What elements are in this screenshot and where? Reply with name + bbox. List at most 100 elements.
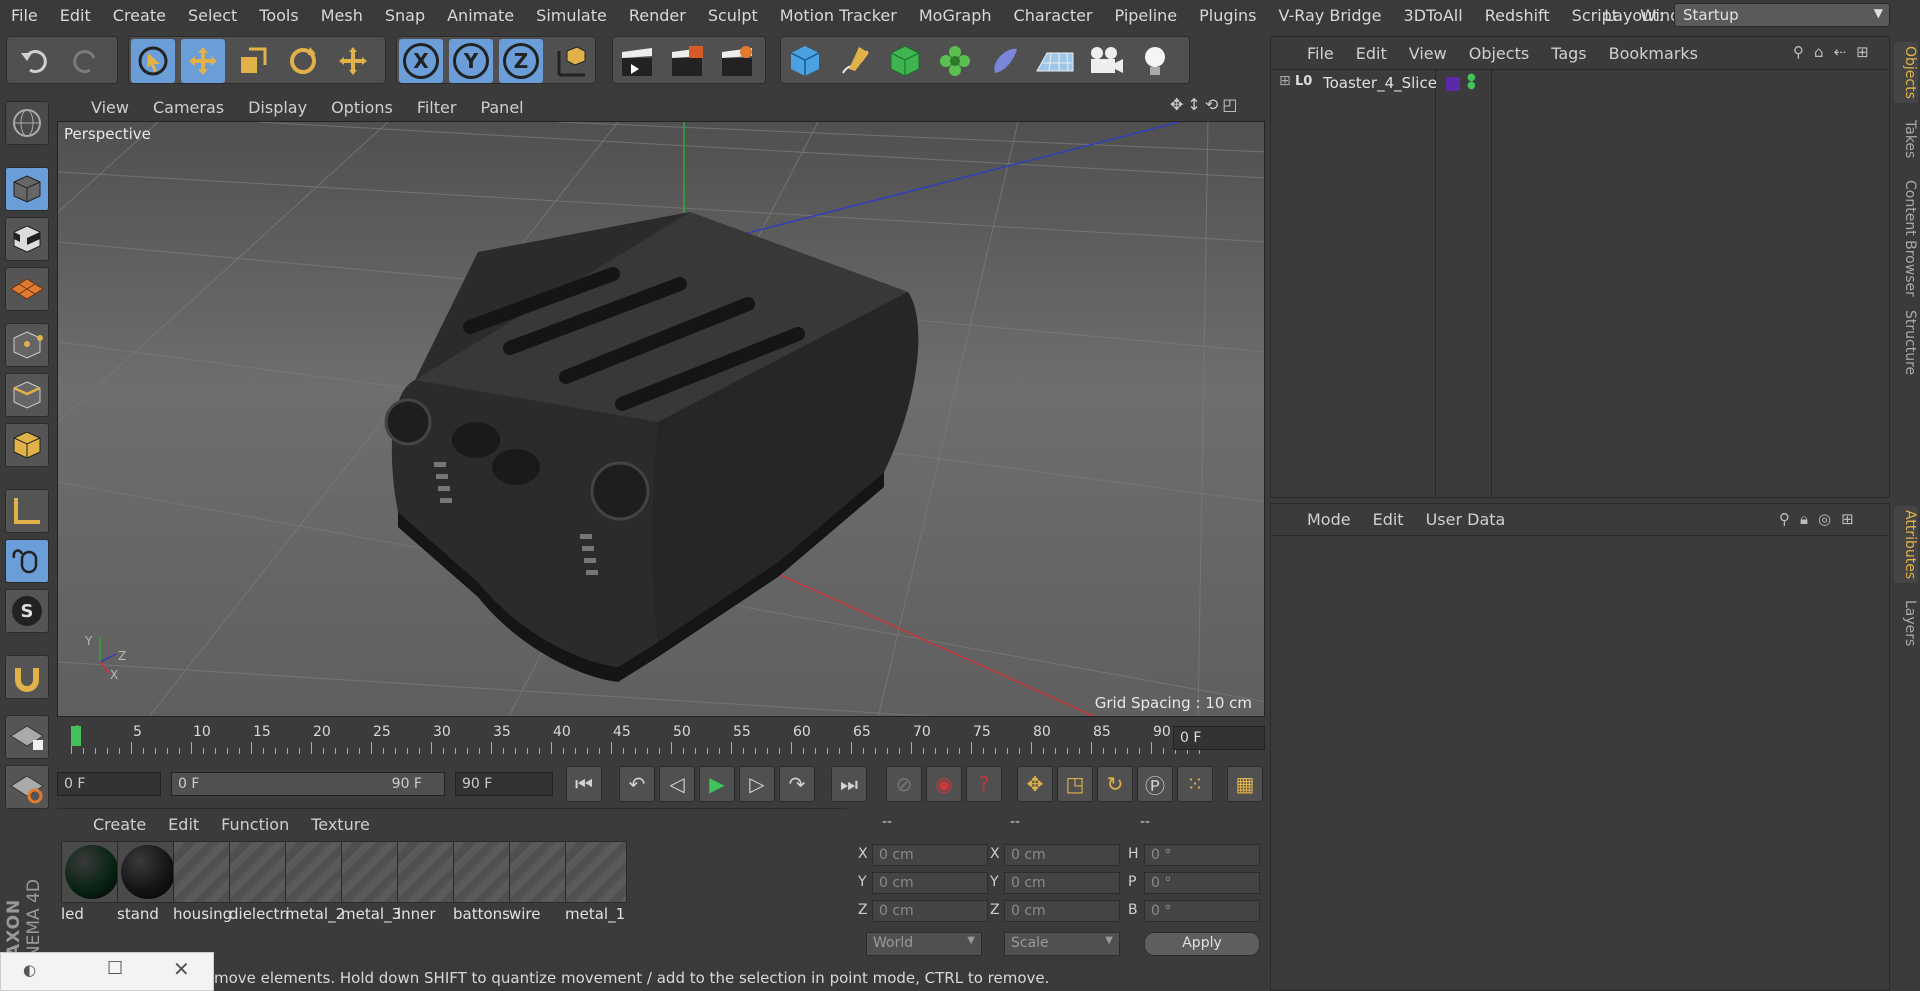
search-icon[interactable]: ⚲ (1779, 510, 1790, 528)
attribute-menu-user-data[interactable]: User Data (1426, 510, 1506, 529)
current-frame-field[interactable]: 0 F (1173, 726, 1265, 750)
live-select-icon[interactable] (131, 39, 175, 83)
object-row[interactable]: ⊞ L0 Toaster_4_Slice ● ● (1271, 70, 1889, 96)
menu-snap[interactable]: Snap (374, 6, 436, 25)
coord-value-field[interactable]: 0 cm (1004, 872, 1120, 894)
playhead[interactable] (71, 726, 81, 746)
attribute-menu-edit[interactable]: Edit (1373, 510, 1404, 529)
dolly-icon[interactable]: ↕ (1187, 95, 1200, 117)
object-menu-edit[interactable]: Edit (1356, 44, 1387, 63)
texture-mode-icon[interactable] (5, 217, 49, 261)
coord-mode-select[interactable]: Scale ▼ (1004, 932, 1120, 956)
scale-key-icon[interactable]: ◳ (1057, 766, 1093, 802)
globe-icon[interactable] (5, 101, 49, 145)
menu-edit[interactable]: Edit (49, 6, 102, 25)
go-to-end-icon[interactable]: ⏭ (831, 766, 867, 802)
point-level-icon[interactable]: ⁙ (1177, 766, 1213, 802)
tab-content-browser[interactable]: Content Browser (1894, 176, 1918, 301)
workplane-icon[interactable] (5, 267, 49, 311)
menu-simulate[interactable]: Simulate (525, 6, 618, 25)
material-swatch[interactable]: battons (453, 841, 515, 927)
tweak-mode-icon[interactable] (5, 539, 49, 583)
new-panel-icon[interactable]: ⊞ (1841, 510, 1854, 528)
coord-value-field[interactable]: 0 ° (1144, 844, 1260, 866)
viewport-menu-display[interactable]: Display (248, 98, 307, 117)
next-frame-icon[interactable]: ▷ (739, 766, 775, 802)
z-axis-icon[interactable]: Z (499, 39, 543, 83)
material-swatch[interactable]: stand (117, 841, 179, 927)
render-picture-viewer-icon[interactable] (665, 39, 709, 83)
x-axis-icon[interactable]: X (399, 39, 443, 83)
target-icon[interactable]: ◎ (1818, 510, 1831, 528)
coord-value-field[interactable]: 0 ° (1144, 900, 1260, 922)
menu-file[interactable]: File (0, 6, 49, 25)
polygons-mode-icon[interactable] (5, 423, 49, 467)
material-swatch[interactable]: wire (509, 841, 571, 927)
menu-mesh[interactable]: Mesh (310, 6, 374, 25)
object-menu-view[interactable]: View (1409, 44, 1447, 63)
tab-takes[interactable]: Takes (1894, 116, 1918, 162)
material-swatch[interactable]: metal_1 (565, 841, 627, 927)
menu-select[interactable]: Select (177, 6, 248, 25)
menu-motion-tracker[interactable]: Motion Tracker (769, 6, 908, 25)
go-to-start-icon[interactable]: ⏮ (566, 766, 602, 802)
rotate-icon[interactable] (281, 39, 325, 83)
next-key-icon[interactable]: ↷ (779, 766, 815, 802)
maximize-icon[interactable]: ◰ (1222, 95, 1237, 117)
pen-icon[interactable] (833, 39, 877, 83)
coord-value-field[interactable]: 0 cm (872, 872, 988, 894)
tab-layers[interactable]: Layers (1894, 596, 1918, 650)
layer-color-swatch[interactable] (1446, 77, 1460, 91)
object-menu-tags[interactable]: Tags (1551, 44, 1586, 63)
material-swatch[interactable]: housing (173, 841, 235, 927)
material-swatch[interactable]: led (61, 841, 123, 927)
menu-plugins[interactable]: Plugins (1188, 6, 1267, 25)
coord-value-field[interactable]: 0 cm (872, 900, 988, 922)
object-menu-bookmarks[interactable]: Bookmarks (1609, 44, 1698, 63)
camera-icon[interactable] (1083, 39, 1127, 83)
edges-mode-icon[interactable] (5, 373, 49, 417)
material-swatch[interactable]: metal_3 (341, 841, 403, 927)
render-settings-icon[interactable] (715, 39, 759, 83)
menu-animate[interactable]: Animate (436, 6, 525, 25)
expand-icon[interactable]: ⊞ (1279, 73, 1291, 89)
attribute-menu-mode[interactable]: Mode (1307, 510, 1351, 529)
menu-mograph[interactable]: MoGraph (908, 6, 1003, 25)
redo-icon[interactable] (63, 39, 107, 83)
close-window-icon[interactable]: ✕ (173, 957, 190, 981)
coord-space-select[interactable]: World ▼ (866, 932, 982, 956)
start-frame-field[interactable]: 0 F (57, 772, 161, 796)
undo-icon[interactable] (13, 39, 57, 83)
record-icon[interactable]: ⊘ (886, 766, 922, 802)
rotation-key-icon[interactable]: ↻ (1097, 766, 1133, 802)
visibility-dots-icon[interactable]: ● ● (1467, 73, 1476, 91)
coord-value-field[interactable]: 0 ° (1144, 872, 1260, 894)
workplane-snap-icon[interactable] (5, 765, 49, 809)
app-window-icon[interactable]: ◐ (23, 961, 36, 979)
back-icon[interactable]: ⇠ (1834, 43, 1847, 61)
move-icon[interactable] (181, 39, 225, 83)
coord-value-field[interactable]: 0 cm (872, 844, 988, 866)
light-icon[interactable] (1133, 39, 1177, 83)
menu-create[interactable]: Create (102, 6, 177, 25)
timeline-window-icon[interactable]: ▦ (1227, 766, 1263, 802)
new-panel-icon[interactable]: ⊞ (1856, 43, 1869, 61)
menu-v-ray-bridge[interactable]: V-Ray Bridge (1267, 6, 1392, 25)
subdivision-icon[interactable] (883, 39, 927, 83)
home-icon[interactable]: ⌂ (1814, 43, 1824, 61)
menu-pipeline[interactable]: Pipeline (1104, 6, 1189, 25)
parameter-key-icon[interactable]: Ⓟ (1137, 766, 1173, 802)
tab-objects[interactable]: Objects (1894, 42, 1918, 103)
menu-3dtoall[interactable]: 3DToAll (1393, 6, 1474, 25)
viewport-menu-cameras[interactable]: Cameras (153, 98, 224, 117)
end-frame-field[interactable]: 90 F (455, 772, 553, 796)
cloner-icon[interactable] (933, 39, 977, 83)
snap-s-icon[interactable]: S (5, 589, 49, 633)
model-mode-icon[interactable] (5, 167, 49, 211)
tab-structure[interactable]: Structure (1894, 306, 1918, 379)
tab-attributes[interactable]: Attributes (1894, 506, 1918, 584)
maximize-window-icon[interactable]: ☐ (107, 958, 123, 979)
recent-tool-icon[interactable] (331, 39, 375, 83)
menu-render[interactable]: Render (618, 6, 697, 25)
orbit-icon[interactable]: ⟲ (1205, 95, 1218, 117)
